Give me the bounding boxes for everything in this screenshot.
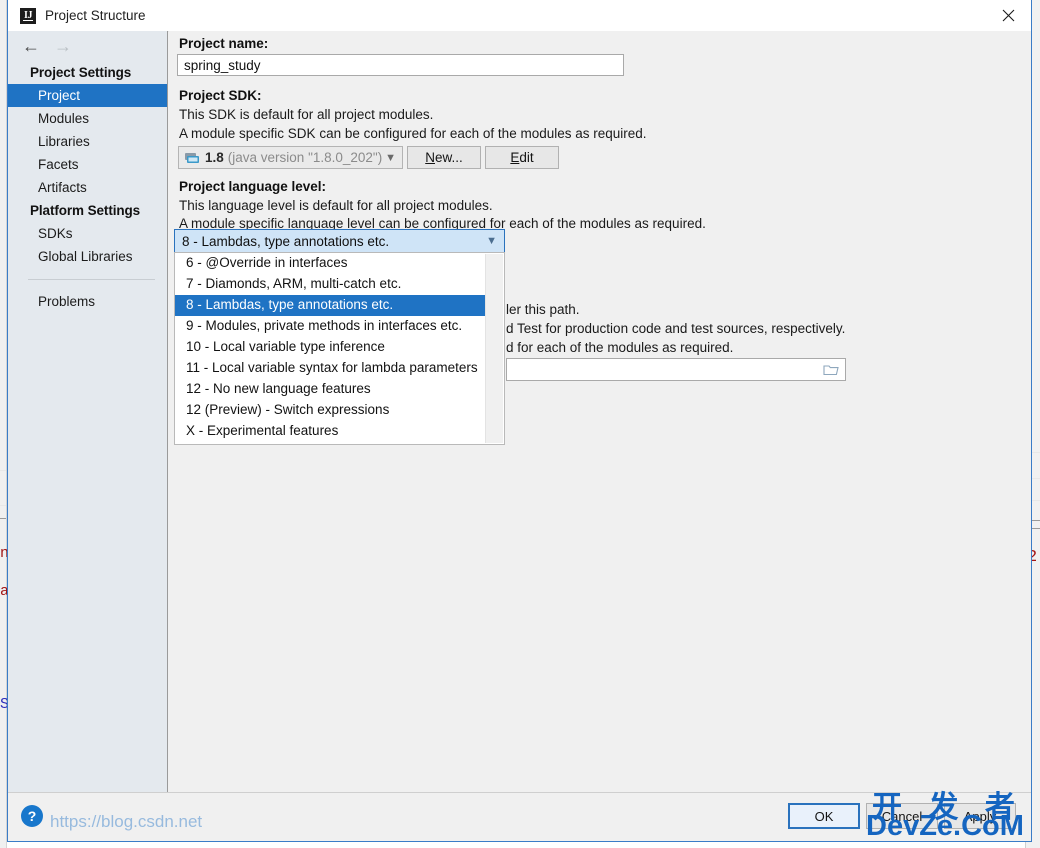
bg-rule bbox=[0, 518, 6, 519]
compiler-output-input[interactable] bbox=[506, 358, 846, 381]
language-level-dropdown: 6 - @Override in interfaces 7 - Diamonds… bbox=[174, 252, 505, 445]
compiler-description-line-1: ler this path. bbox=[506, 302, 580, 317]
arrow-left-icon[interactable]: ← bbox=[22, 37, 40, 55]
help-icon[interactable]: ? bbox=[21, 805, 43, 827]
sidebar-item-facets[interactable]: Facets bbox=[8, 153, 167, 176]
bg-rule bbox=[0, 505, 6, 506]
apply-button[interactable]: Apply bbox=[944, 803, 1016, 829]
edit-sdk-button[interactable]: Edit bbox=[485, 146, 559, 169]
arrow-right-icon[interactable]: → bbox=[54, 37, 72, 55]
language-level-option[interactable]: X - Experimental features bbox=[175, 421, 487, 442]
dialog-title: Project Structure bbox=[45, 8, 146, 23]
language-level-option[interactable]: 11 - Local variable syntax for lambda pa… bbox=[175, 358, 487, 379]
language-level-option-list: 6 - @Override in interfaces 7 - Diamonds… bbox=[175, 253, 487, 442]
sidebar-item-problems[interactable]: Problems bbox=[8, 290, 167, 313]
sidebar-item-artifacts[interactable]: Artifacts bbox=[8, 176, 167, 199]
language-level-option-selected[interactable]: 8 - Lambdas, type annotations etc. bbox=[175, 295, 487, 316]
settings-sidebar: ← → Project Settings Project Modules Lib… bbox=[8, 31, 168, 793]
chevron-down-icon: ▼ bbox=[486, 235, 497, 247]
language-level-option[interactable]: 6 - @Override in interfaces bbox=[175, 253, 487, 274]
sidebar-item-project[interactable]: Project bbox=[8, 84, 167, 107]
sidebar-group-project-settings: Project Settings bbox=[30, 65, 132, 80]
language-level-option[interactable]: 12 (Preview) - Switch expressions bbox=[175, 400, 487, 421]
sdk-icon bbox=[185, 152, 200, 164]
sdk-description-line-2: A module specific SDK can be configured … bbox=[179, 126, 647, 141]
dropdown-scrollbar[interactable] bbox=[485, 254, 503, 443]
sdk-description-line-1: This SDK is default for all project modu… bbox=[179, 107, 434, 122]
language-level-option[interactable]: 7 - Diamonds, ARM, multi-catch etc. bbox=[175, 274, 487, 295]
project-sdk-label: Project SDK: bbox=[179, 88, 262, 103]
editor-left-gutter bbox=[0, 0, 7, 848]
language-description-line-1: This language level is default for all p… bbox=[179, 198, 493, 213]
dialog-footer: ? OK Cancel Apply bbox=[8, 792, 1031, 841]
sidebar-item-sdks[interactable]: SDKs bbox=[8, 222, 167, 245]
bg-rule bbox=[0, 470, 6, 471]
dialog-titlebar: IJ Project Structure bbox=[8, 0, 1031, 32]
intellij-idea-logo-icon: IJ bbox=[20, 7, 36, 24]
sidebar-item-global-libraries[interactable]: Global Libraries bbox=[8, 245, 167, 268]
folder-icon[interactable] bbox=[823, 363, 839, 376]
close-icon[interactable] bbox=[985, 0, 1031, 31]
sidebar-item-modules[interactable]: Modules bbox=[8, 107, 167, 130]
project-name-input[interactable]: spring_study bbox=[177, 54, 624, 76]
language-level-option[interactable]: 12 - No new language features bbox=[175, 379, 487, 400]
cancel-button[interactable]: Cancel bbox=[866, 803, 938, 829]
navigation-bar: ← → bbox=[8, 31, 167, 61]
language-level-option[interactable]: 9 - Modules, private methods in interfac… bbox=[175, 316, 487, 337]
sidebar-group-platform-settings: Platform Settings bbox=[30, 203, 141, 218]
project-settings-panel: Project name: spring_study Project SDK: … bbox=[169, 31, 1031, 793]
compiler-description-line-3: d for each of the modules as required. bbox=[506, 340, 734, 355]
project-sdk-combobox[interactable]: 1.8 (java version "1.8.0_202") ▼ bbox=[178, 146, 403, 169]
ok-button[interactable]: OK bbox=[788, 803, 860, 829]
sidebar-divider bbox=[28, 279, 155, 280]
language-level-combobox[interactable]: 8 - Lambdas, type annotations etc. ▼ bbox=[174, 229, 505, 253]
language-level-selected-value: 8 - Lambdas, type annotations etc. bbox=[182, 233, 390, 249]
language-level-option[interactable]: 10 - Local variable type inference bbox=[175, 337, 487, 358]
new-sdk-button[interactable]: New... bbox=[407, 146, 481, 169]
compiler-description-line-2: d Test for production code and test sour… bbox=[506, 321, 846, 336]
sdk-version: 1.8 bbox=[205, 150, 224, 165]
sdk-detail: (java version "1.8.0_202") bbox=[227, 150, 383, 165]
project-name-label: Project name: bbox=[179, 36, 269, 51]
sidebar-item-libraries[interactable]: Libraries bbox=[8, 130, 167, 153]
language-level-label: Project language level: bbox=[179, 179, 327, 194]
chevron-down-icon: ▼ bbox=[385, 151, 396, 164]
project-structure-dialog: IJ Project Structure ← → Project Setting… bbox=[7, 0, 1032, 842]
